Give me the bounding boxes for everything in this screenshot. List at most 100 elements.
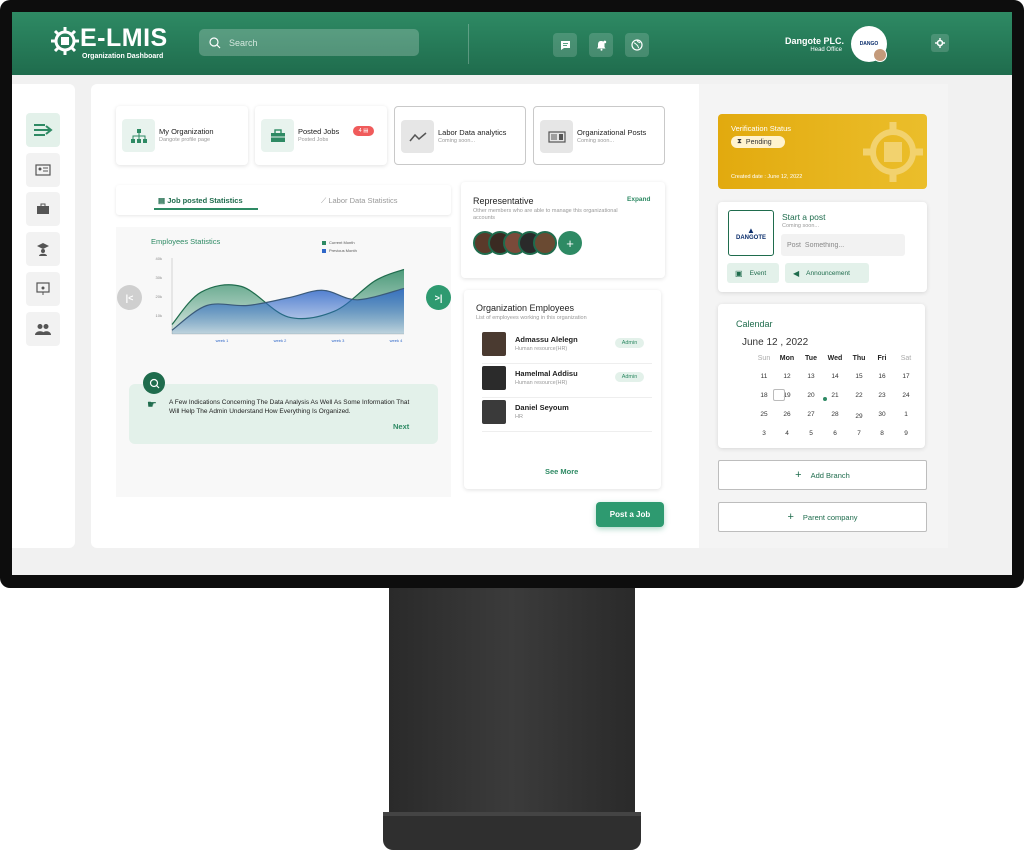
calendar-day[interactable]: 26 xyxy=(777,411,797,418)
my-organization-card[interactable]: My Organization Dangote profile page xyxy=(116,106,248,165)
calendar-day[interactable]: 5 xyxy=(801,430,821,437)
avatar-text: DANGO xyxy=(859,41,879,47)
sidebar-item-jobs[interactable] xyxy=(26,192,60,226)
calendar-day[interactable]: 28 xyxy=(825,411,845,418)
employees-subtitle: List of employees working in this organi… xyxy=(476,315,587,321)
calendar-day[interactable]: 27 xyxy=(801,411,821,418)
x-tick-label: week 2 xyxy=(274,338,287,343)
calendar-day[interactable]: 21 xyxy=(825,392,845,399)
stat-subtitle: Coming soon... xyxy=(438,138,475,144)
calendar-day[interactable]: 12 xyxy=(777,373,797,380)
expand-link[interactable]: Expand xyxy=(627,196,650,203)
stat-title: Labor Data analytics xyxy=(438,128,507,137)
hourglass-icon: ⧗ xyxy=(737,138,742,145)
calendar-day[interactable]: 22 xyxy=(849,392,869,399)
representative-subtitle: Other members who are able to manage thi… xyxy=(473,208,618,221)
globe-icon xyxy=(631,39,643,51)
verification-status-badge: ⧗ Pending xyxy=(731,136,785,148)
start-post-title: Start a post xyxy=(782,212,826,222)
calendar-day[interactable]: 3 xyxy=(754,430,774,437)
employee-role: Human resource(HR) xyxy=(515,346,568,352)
see-more-link[interactable]: See More xyxy=(545,467,578,476)
event-button[interactable]: ▣ Event xyxy=(727,263,779,283)
calendar-day[interactable]: 7 xyxy=(849,430,869,437)
calendar-day[interactable]: 13 xyxy=(801,373,821,380)
calendar-day[interactable]: 9 xyxy=(896,430,916,437)
labor-data-card[interactable]: Labor Data analytics Coming soon... xyxy=(394,106,526,165)
calendar-day[interactable]: 11 xyxy=(754,373,774,380)
notifications-button[interactable] xyxy=(589,33,613,57)
sidebar-toggle[interactable] xyxy=(26,113,60,147)
organizational-posts-card[interactable]: Organizational Posts Coming soon... xyxy=(533,106,665,165)
representative-title: Representative xyxy=(473,196,534,206)
stat-title: Organizational Posts xyxy=(577,128,647,137)
trend-icon: ⟋ xyxy=(321,196,327,205)
info-next-button[interactable]: Next xyxy=(393,422,409,431)
settings-button[interactable] xyxy=(931,34,949,52)
post-a-job-button[interactable]: Post a Job xyxy=(596,502,664,527)
chart-next-button[interactable]: >| xyxy=(426,285,451,310)
tab-labor-data-statistics[interactable]: ⟋ Labor Data Statistics xyxy=(321,196,398,206)
calendar-month[interactable]: June 12 , 2022 xyxy=(742,337,808,348)
calendar-selected-day xyxy=(773,389,785,401)
representative-avatar[interactable] xyxy=(533,231,557,255)
chart-icon: ▤ xyxy=(158,196,166,205)
calendar-day[interactable]: 20 xyxy=(801,392,821,399)
search-bar[interactable] xyxy=(199,29,419,56)
parent-company-button[interactable]: + Parent company xyxy=(718,502,927,532)
employee-row[interactable]: Daniel Seyoum HR xyxy=(482,398,652,432)
post-input[interactable] xyxy=(781,234,905,256)
menu-collapse-icon xyxy=(34,124,53,136)
dangote-logo: ▲ DANGOTE xyxy=(728,210,774,256)
calendar-day[interactable]: 16 xyxy=(872,373,892,380)
app-logo[interactable]: E-LMIS Organization Dashboard xyxy=(50,24,180,64)
verification-status: Pending xyxy=(745,138,772,146)
users-icon xyxy=(35,324,51,335)
calendar-day[interactable]: 1 xyxy=(896,411,916,418)
add-branch-button[interactable]: + Add Branch xyxy=(718,460,927,490)
calendar-day[interactable]: 15 xyxy=(849,373,869,380)
employees-statistics-chart: 10k 20k 30k 40k week 1 week 2 week 3 week 4 xyxy=(156,256,405,343)
badge-count: 4 xyxy=(358,128,362,134)
chat-icon xyxy=(560,40,570,50)
skip-back-icon: |< xyxy=(125,292,134,303)
calendar-day[interactable]: 24 xyxy=(896,392,916,399)
employee-role: HR xyxy=(515,414,523,420)
search-input[interactable] xyxy=(229,37,409,48)
calendar-day[interactable]: 23 xyxy=(872,392,892,399)
messages-button[interactable] xyxy=(553,33,577,57)
legend-label: Current Month xyxy=(329,240,355,245)
briefcase-icon xyxy=(37,203,49,214)
add-branch-label: Add Branch xyxy=(810,470,850,480)
calendar-day[interactable]: 4 xyxy=(777,430,797,437)
announcement-button[interactable]: ◀ Announcement xyxy=(785,263,869,283)
stat-subtitle: Dangote profile page xyxy=(159,137,211,143)
employee-photo xyxy=(482,400,506,424)
calendar-day[interactable]: 6 xyxy=(825,430,845,437)
employees-title: Organization Employees xyxy=(476,303,575,313)
calendar-day[interactable]: 17 xyxy=(896,373,916,380)
parent-company-label: Parent company xyxy=(802,512,858,522)
employee-row[interactable]: Hamelmal Addisu Human resource(HR) Admin xyxy=(482,364,652,398)
calendar-day[interactable]: 8 xyxy=(872,430,892,437)
language-button[interactable] xyxy=(625,33,649,57)
calendar-event-dot xyxy=(823,397,827,401)
sidebar-item-training[interactable] xyxy=(26,272,60,306)
monitor-stand-base xyxy=(383,816,641,850)
calendar-weekday: Mon xyxy=(779,355,795,362)
calendar-day[interactable]: 29 xyxy=(849,413,869,420)
sidebar-item-users[interactable] xyxy=(26,312,60,346)
calendar-day[interactable]: 18 xyxy=(754,392,774,399)
posted-jobs-card[interactable]: Posted Jobs Posted Jobs 4 ▤ xyxy=(255,106,387,165)
add-representative-button[interactable]: + xyxy=(558,231,582,255)
calendar-day[interactable]: 30 xyxy=(872,411,892,418)
calendar-day[interactable]: 14 xyxy=(825,373,845,380)
sidebar-item-education[interactable] xyxy=(26,232,60,266)
y-tick-label: 30k xyxy=(156,275,162,280)
sidebar-item-profile[interactable] xyxy=(26,153,60,187)
chart-prev-button[interactable]: |< xyxy=(117,285,142,310)
tab-job-posted-statistics[interactable]: ▤ Job posted Statistics xyxy=(158,196,243,205)
calendar-day[interactable]: 25 xyxy=(754,411,774,418)
gear-icon xyxy=(935,38,945,48)
employee-row[interactable]: Admassu Alelegn Human resource(HR) Admin xyxy=(482,330,652,364)
